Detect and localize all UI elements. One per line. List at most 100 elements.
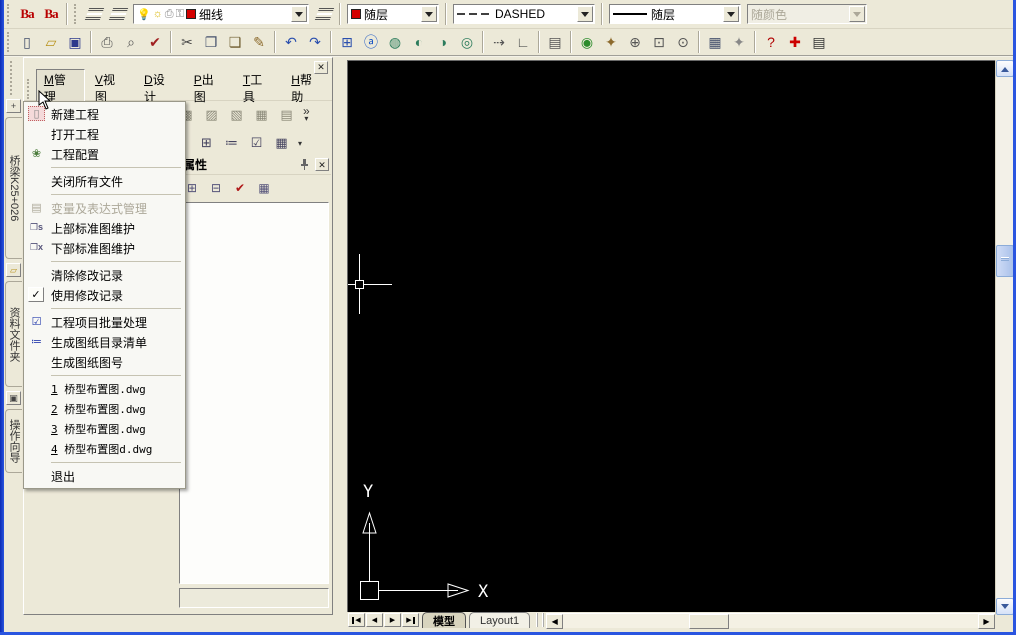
- vertical-scroll-thumb[interactable]: [996, 245, 1014, 277]
- toolbar-overflow-icon[interactable]: » ▾: [303, 105, 310, 123]
- menuitem-use-records[interactable]: ✓ 使用修改记录: [24, 285, 185, 305]
- toolbar-grip[interactable]: [7, 32, 12, 52]
- tool-a3-icon[interactable]: ▧: [224, 103, 249, 127]
- menuitem-close-all-files[interactable]: 关闭所有文件: [24, 171, 185, 191]
- last-tab-icon[interactable]: ▶: [402, 613, 419, 627]
- help-icon[interactable]: ?: [759, 31, 783, 54]
- scroll-left-icon[interactable]: ◀: [546, 613, 564, 629]
- zoom-previous-icon[interactable]: ⊙: [671, 31, 695, 54]
- copy-icon[interactable]: ❐: [199, 31, 223, 54]
- tab-layout1[interactable]: Layout1: [469, 612, 531, 628]
- toolbar-more-icon[interactable]: ▾: [298, 139, 302, 148]
- tab-model[interactable]: 模型: [422, 612, 466, 628]
- ucs-icon[interactable]: ∟: [511, 31, 535, 54]
- cut-icon[interactable]: ✂: [175, 31, 199, 54]
- side-tab-project[interactable]: 桥梁K25+026: [5, 117, 22, 259]
- match-properties-icon[interactable]: ✎: [247, 31, 271, 54]
- window-update-icon[interactable]: ⊞: [194, 131, 219, 155]
- tool-a5-icon[interactable]: ▤: [274, 103, 299, 127]
- side-tab-wizard[interactable]: 操作向导: [5, 409, 22, 473]
- open-file-icon[interactable]: ▱: [39, 31, 63, 54]
- menuitem-open-project[interactable]: 打开工程: [24, 124, 185, 144]
- table-help-icon[interactable]: ▦: [253, 178, 275, 198]
- redo-icon[interactable]: ↷: [303, 31, 327, 54]
- layer-states-icon[interactable]: [106, 3, 130, 26]
- scroll-up-icon[interactable]: [996, 60, 1014, 77]
- new-file-icon[interactable]: ▯: [15, 31, 39, 54]
- lineweight-combo[interactable]: 随层: [609, 4, 741, 24]
- scroll-right-icon[interactable]: ▶: [978, 613, 995, 629]
- properties-close-icon[interactable]: ✕: [315, 158, 329, 171]
- quick-select-icon[interactable]: ✦: [727, 31, 751, 54]
- app-close-project-button[interactable]: Ba: [39, 3, 63, 26]
- toolbar-grip[interactable]: [7, 4, 12, 24]
- side-tab-data-folder[interactable]: 资料文件夹: [5, 281, 22, 387]
- bulb-on-icon[interactable]: 💡: [137, 8, 151, 21]
- menuitem-project-config[interactable]: ❀ 工程配置: [24, 144, 185, 164]
- next-tab-icon[interactable]: ▶: [384, 613, 401, 627]
- toolbar-grip[interactable]: [74, 4, 79, 24]
- window-icon[interactable]: ▣: [6, 391, 21, 405]
- web-link-icon[interactable]: ◎: [455, 31, 479, 54]
- scroll-down-icon[interactable]: [996, 598, 1014, 615]
- pin-icon[interactable]: [297, 158, 311, 171]
- properties-header[interactable]: 属性 ✕: [179, 156, 331, 175]
- plot-icon[interactable]: ⎙: [165, 8, 174, 21]
- table-icon[interactable]: ▦: [703, 31, 727, 54]
- tab-scroll-splitter[interactable]: [536, 613, 545, 627]
- properties-content[interactable]: [179, 202, 329, 584]
- grid-icon[interactable]: ▦: [269, 131, 294, 155]
- app-logo-button[interactable]: Ba: [15, 3, 39, 26]
- menuitem-recent-file-3[interactable]: 3 桥型布置图.dwg: [24, 419, 185, 439]
- list-icon[interactable]: ≔: [219, 131, 244, 155]
- sun-icon[interactable]: ☼: [153, 8, 163, 20]
- linetype-combo[interactable]: DASHED: [453, 4, 595, 24]
- named-view-icon[interactable]: ▤: [543, 31, 567, 54]
- folder-check-icon[interactable]: ☑: [244, 131, 269, 155]
- menuitem-recent-file-4[interactable]: 4 桥型布置图d.dwg: [24, 439, 185, 459]
- panel-title-bar[interactable]: ✕: [24, 58, 332, 77]
- menuitem-upper-standard[interactable]: ❐s 上部标准图维护: [24, 218, 185, 238]
- layer-combo-dropdown[interactable]: [291, 6, 307, 22]
- tool-a2-icon[interactable]: ▨: [199, 103, 224, 127]
- print-icon[interactable]: ⎙: [95, 31, 119, 54]
- paste-icon[interactable]: ❏: [223, 31, 247, 54]
- menuitem-drawing-numbers[interactable]: 生成图纸图号: [24, 352, 185, 372]
- collapse-all-icon[interactable]: ⊟: [205, 178, 227, 198]
- add-tab-button[interactable]: +: [6, 99, 21, 113]
- menubar-grip[interactable]: [27, 78, 32, 99]
- color-combo[interactable]: 随层: [347, 4, 439, 24]
- zoom-realtime-icon[interactable]: ⊕: [623, 31, 647, 54]
- menuitem-recent-file-2[interactable]: 2 桥型布置图.dwg: [24, 399, 185, 419]
- menuitem-exit[interactable]: 退出: [24, 466, 185, 486]
- lineweight-combo-dropdown[interactable]: [723, 6, 739, 22]
- layer-combo[interactable]: 💡 ☼ ⎙ ⚿ 细线: [133, 4, 309, 24]
- menuitem-clear-records[interactable]: 清除修改记录: [24, 265, 185, 285]
- first-tab-icon[interactable]: ◀: [348, 613, 365, 627]
- menuitem-batch-process[interactable]: ☑ 工程项目批量处理: [24, 312, 185, 332]
- layer-manager-icon[interactable]: [82, 3, 106, 26]
- layer-previous-icon[interactable]: [312, 3, 336, 26]
- color-combo-dropdown[interactable]: [421, 6, 437, 22]
- menuitem-catalog-list[interactable]: ≔ 生成图纸目录清单: [24, 332, 185, 352]
- publish-web-icon[interactable]: ◐: [407, 31, 431, 54]
- panel-close-icon[interactable]: ✕: [314, 61, 328, 74]
- design-center-icon[interactable]: ⊞: [335, 31, 359, 54]
- panel-grip[interactable]: [10, 61, 17, 95]
- point-style-icon[interactable]: ✚: [783, 31, 807, 54]
- distance-icon[interactable]: ⇢: [487, 31, 511, 54]
- drawing-canvas[interactable]: Y X: [347, 60, 995, 612]
- menuitem-lower-standard[interactable]: ❐x 下部标准图维护: [24, 238, 185, 258]
- print-preview-icon[interactable]: ⌕: [119, 31, 143, 54]
- apply-check-icon[interactable]: ✔: [229, 178, 251, 198]
- linetype-combo-dropdown[interactable]: [577, 6, 593, 22]
- vertical-scrollbar[interactable]: [995, 60, 1014, 615]
- etransmit-icon[interactable]: ◑: [431, 31, 455, 54]
- spell-check-icon[interactable]: ✔: [143, 31, 167, 54]
- menuitem-recent-file-1[interactable]: 1 桥型布置图.dwg: [24, 379, 185, 399]
- undo-icon[interactable]: ↶: [279, 31, 303, 54]
- lock-icon[interactable]: ⚿: [176, 8, 184, 21]
- folder-icon[interactable]: ▱: [6, 263, 21, 277]
- horizontal-scrollbar[interactable]: ◀ ▶: [546, 612, 995, 629]
- autodesk-today-icon[interactable]: ⓐ: [359, 31, 383, 54]
